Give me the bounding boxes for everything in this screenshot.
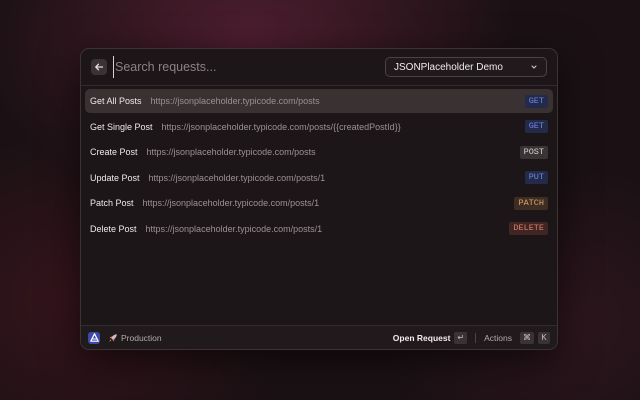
actions-button[interactable]: Actions <box>484 333 512 343</box>
method-badge: POST <box>519 145 548 159</box>
request-url: https://jsonplaceholder.typicode.com/pos… <box>142 198 320 209</box>
environment-selector[interactable]: Production <box>108 333 162 343</box>
environment-label: Production <box>121 332 162 343</box>
arrow-left-icon <box>95 63 104 71</box>
request-url: https://jsonplaceholder.typicode.com/pos… <box>148 172 326 183</box>
request-url: https://jsonplaceholder.typicode.com/pos… <box>150 96 320 106</box>
request-name: Get All Posts <box>90 96 142 106</box>
method-badge: GET <box>524 120 548 134</box>
method-badge: PATCH <box>514 196 548 210</box>
rocket-icon <box>109 333 117 342</box>
open-request-button[interactable]: Open Request <box>393 333 451 343</box>
request-row[interactable]: Get All Posts https://jsonplaceholder.typ… <box>85 89 553 113</box>
request-url: https://jsonplaceholder.typicode.com/pos… <box>146 147 316 158</box>
footer-divider <box>475 332 477 343</box>
back-button[interactable] <box>91 59 107 75</box>
request-name: Update Post <box>90 172 140 183</box>
request-name: Get Single Post <box>90 121 153 132</box>
footer-bar: Production Open Request ↵ Actions ⌘ K <box>81 325 557 349</box>
request-name: Delete Post <box>90 223 137 234</box>
request-palette-window: JSONPlaceholder Demo Get All Posts https:… <box>80 48 558 350</box>
request-url: https://jsonplaceholder.typicode.com/pos… <box>161 121 401 132</box>
app-logo <box>88 331 100 344</box>
collection-select-value: JSONPlaceholder Demo <box>394 61 503 73</box>
method-badge: PUT <box>524 171 548 185</box>
request-list: Get All Posts https://jsonplaceholder.typ… <box>85 89 553 243</box>
request-row[interactable]: Update Post https://jsonplaceholder.typic… <box>85 166 553 190</box>
enter-key-hint: ↵ <box>454 331 468 344</box>
request-row[interactable]: Delete Post https://jsonplaceholder.typic… <box>85 217 553 241</box>
collection-select[interactable]: JSONPlaceholder Demo <box>385 57 547 77</box>
method-badge: DELETE <box>509 222 548 236</box>
request-row[interactable]: Create Post https://jsonplaceholder.typic… <box>85 140 553 164</box>
request-name: Create Post <box>90 147 138 158</box>
cmd-key-hint: ⌘ <box>520 331 534 344</box>
request-name: Patch Post <box>90 198 134 209</box>
request-row[interactable]: Get Single Post https://jsonplaceholder.t… <box>85 115 553 139</box>
chevron-down-icon <box>531 65 537 69</box>
request-row[interactable]: Patch Post https://jsonplaceholder.typico… <box>85 191 553 215</box>
app-logo-icon <box>89 333 99 342</box>
search-input[interactable] <box>113 56 385 78</box>
search-bar: JSONPlaceholder Demo <box>81 49 557 86</box>
request-url: https://jsonplaceholder.typicode.com/pos… <box>145 223 323 234</box>
k-key-hint: K <box>538 331 550 344</box>
method-badge: GET <box>524 94 548 108</box>
